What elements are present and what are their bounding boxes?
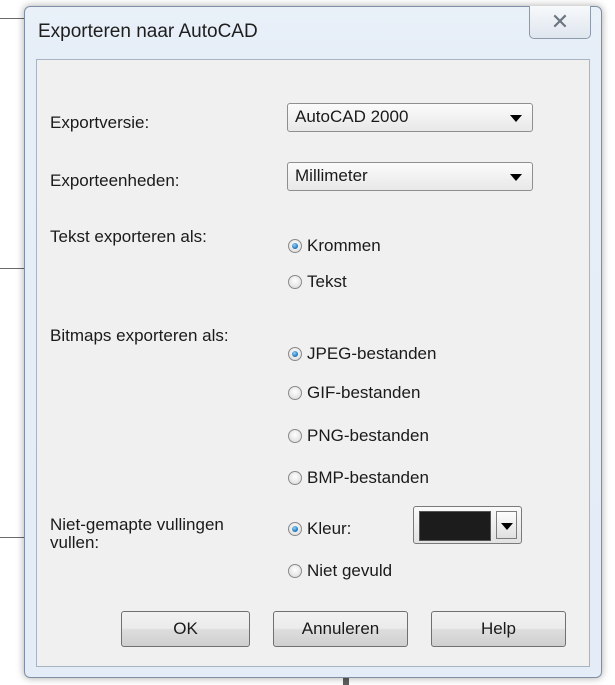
color-swatch [419,511,491,541]
radio-bmp[interactable]: BMP-bestanden [288,468,429,488]
color-picker[interactable] [413,506,522,544]
chevron-down-icon [510,115,522,122]
title-bar[interactable]: Exporteren naar AutoCAD ✕ [25,6,601,57]
radio-label: PNG-bestanden [307,426,429,445]
export-autocad-dialog: Exporteren naar AutoCAD ✕ Exportversie: … [24,6,602,678]
radio-label: GIF-bestanden [307,383,421,402]
cancel-button[interactable]: Annuleren [273,611,408,647]
unmapped-fills-label-2: vullen: [50,533,100,552]
export-version-value: AutoCAD 2000 [295,107,409,126]
radio-button-checked[interactable] [288,239,302,253]
radio-not-filled[interactable]: Niet gevuld [288,561,392,581]
radio-text[interactable]: Tekst [288,272,347,292]
radio-button[interactable] [288,386,302,400]
background-line [0,18,24,19]
radio-label: Kleur: [307,519,352,538]
radio-button-checked[interactable] [288,347,302,361]
radio-curves[interactable]: Krommen [288,236,381,256]
radio-button[interactable] [288,275,302,289]
radio-png[interactable]: PNG-bestanden [288,426,429,446]
radio-gif[interactable]: GIF-bestanden [288,383,420,403]
export-units-value: Millimeter [295,166,368,185]
radio-button[interactable] [288,429,302,443]
radio-label: JPEG-bestanden [307,344,437,363]
export-units-select[interactable]: Millimeter [287,162,533,191]
background-line [0,537,24,538]
dialog-title: Exporteren naar AutoCAD [38,21,258,42]
unmapped-fills-label-1: Niet-gemapte vullingen [50,515,224,534]
close-icon: ✕ [550,9,570,34]
close-button[interactable]: ✕ [529,6,591,39]
export-version-label: Exportversie: [50,113,150,132]
ok-button[interactable]: OK [121,611,250,647]
radio-label: BMP-bestanden [307,468,429,487]
export-units-label: Exporteenheden: [50,171,180,190]
radio-color[interactable]: Kleur: [288,519,351,539]
radio-label: Tekst [307,272,347,291]
background-line [0,268,24,269]
radio-button-checked[interactable] [288,522,302,536]
radio-jpeg[interactable]: JPEG-bestanden [288,344,436,364]
help-button[interactable]: Help [431,611,566,647]
radio-button[interactable] [288,564,302,578]
text-export-label: Tekst exporteren als: [50,227,207,246]
dialog-content: Exportversie: AutoCAD 2000 Exporteenhede… [36,59,590,667]
radio-label: Niet gevuld [307,561,393,580]
background-line [343,678,349,685]
radio-label: Krommen [307,236,381,255]
bitmap-export-label: Bitmaps exporteren als: [50,326,229,345]
chevron-down-icon [510,174,522,181]
export-version-select[interactable]: AutoCAD 2000 [287,103,533,132]
color-dropdown-button[interactable] [496,511,517,539]
radio-button[interactable] [288,471,302,485]
